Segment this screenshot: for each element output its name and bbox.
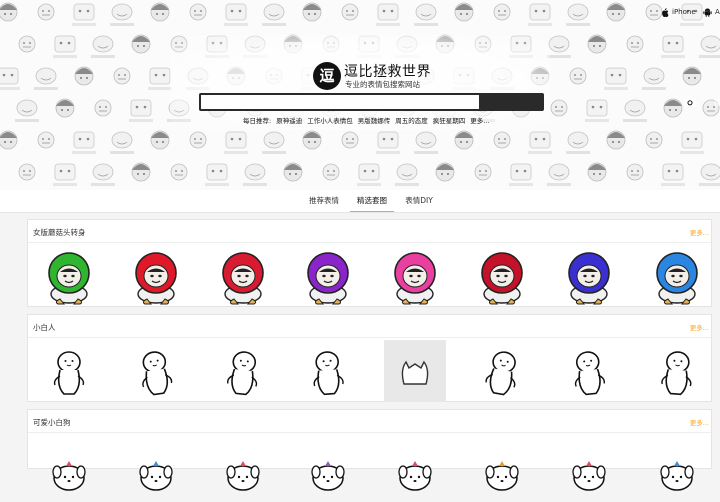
section-divider xyxy=(28,242,711,243)
android-label: A xyxy=(715,8,720,16)
sticker-thumbnail[interactable] xyxy=(297,245,359,307)
sticker-thumbnail[interactable] xyxy=(384,245,446,307)
sticker-thumbnail[interactable] xyxy=(646,340,708,402)
sticker-thumbnail[interactable] xyxy=(212,340,274,402)
hot-link[interactable]: 周五的态度 xyxy=(395,115,428,125)
hot-link[interactable]: 男版魏娜传 xyxy=(358,115,391,125)
search-button[interactable]: 搜索 xyxy=(701,93,720,111)
camera-icon[interactable] xyxy=(683,96,697,108)
sticker-thumbnail[interactable] xyxy=(558,245,620,307)
site-title: 逗比拯救世界 xyxy=(344,64,431,80)
section-title: 小白人 xyxy=(33,323,56,332)
sticker-thumbnail[interactable] xyxy=(212,245,274,307)
sticker-thumbnail[interactable] xyxy=(646,436,708,498)
section-card: 小白人 更多... xyxy=(27,314,712,402)
more-link[interactable]: 更多... xyxy=(690,417,709,427)
tab-recommended[interactable]: 推荐表情 xyxy=(305,190,343,211)
section-title: 女版蘑菇头转身 xyxy=(33,228,86,237)
daily-recommend: 每日推荐: 原神遥迪 工作小人表情包 男版魏娜传 周五的态度 疯狂星期四 更多.… xyxy=(243,114,494,126)
site-logo[interactable]: 逗 xyxy=(313,62,341,90)
category-tabs: 推荐表情 精选套图 表情DIY xyxy=(0,190,720,213)
section-card: 女版蘑菇头转身 更多... xyxy=(27,219,712,307)
logo-glyph: 逗 xyxy=(319,66,335,85)
ios-download-link[interactable]: iPhone xyxy=(661,6,696,18)
sticker-thumbnail[interactable] xyxy=(125,436,187,498)
apple-icon xyxy=(662,7,669,17)
hero-banner: iPhone A 逗 逗比拯救世界 专业的表情包搜索网站 搜索 每日推荐: 原神… xyxy=(0,0,720,190)
sticker-thumbnail[interactable] xyxy=(297,340,359,402)
sticker-thumbnail[interactable] xyxy=(38,436,100,498)
section-title: 可爱小白狗 xyxy=(33,418,71,427)
sticker-thumbnail[interactable] xyxy=(38,245,100,307)
section-divider xyxy=(28,432,711,433)
sticker-thumbnail[interactable] xyxy=(646,245,708,307)
tab-featured-sets[interactable]: 精选套图 xyxy=(350,190,394,212)
sticker-thumbnail[interactable] xyxy=(558,436,620,498)
sticker-thumbnail[interactable] xyxy=(384,436,446,498)
section-card: 可爱小白狗 更多... xyxy=(27,409,712,491)
hot-more-link[interactable]: 更多... xyxy=(470,115,489,125)
android-icon xyxy=(703,8,712,17)
tab-diy[interactable]: 表情DIY xyxy=(402,190,436,211)
sticker-thumbnail[interactable] xyxy=(297,436,359,498)
sticker-thumbnail[interactable] xyxy=(38,340,100,402)
sticker-thumbnail[interactable] xyxy=(212,436,274,498)
sticker-thumbnail[interactable] xyxy=(384,340,446,402)
ios-label: iPhone xyxy=(672,8,696,16)
sticker-thumbnail[interactable] xyxy=(471,340,533,402)
hot-link[interactable]: 疯狂星期四 xyxy=(433,115,466,125)
site-subtitle: 专业的表情包搜索网站 xyxy=(345,80,420,89)
sticker-thumbnail[interactable] xyxy=(125,340,187,402)
hot-link[interactable]: 工作小人表情包 xyxy=(307,115,353,125)
sticker-thumbnail[interactable] xyxy=(125,245,187,307)
daily-recommend-label: 每日推荐: xyxy=(243,117,272,125)
sticker-thumbnail[interactable] xyxy=(558,340,620,402)
android-download-link[interactable]: A xyxy=(703,6,720,18)
section-divider xyxy=(28,337,711,338)
more-link[interactable]: 更多... xyxy=(690,227,709,237)
hot-link[interactable]: 原神遥迪 xyxy=(276,115,302,125)
sticker-thumbnail[interactable] xyxy=(471,245,533,307)
search-input[interactable] xyxy=(201,95,479,109)
search-bar: 搜索 xyxy=(199,93,720,111)
more-link[interactable]: 更多... xyxy=(690,322,709,332)
sticker-thumbnail[interactable] xyxy=(471,436,533,498)
